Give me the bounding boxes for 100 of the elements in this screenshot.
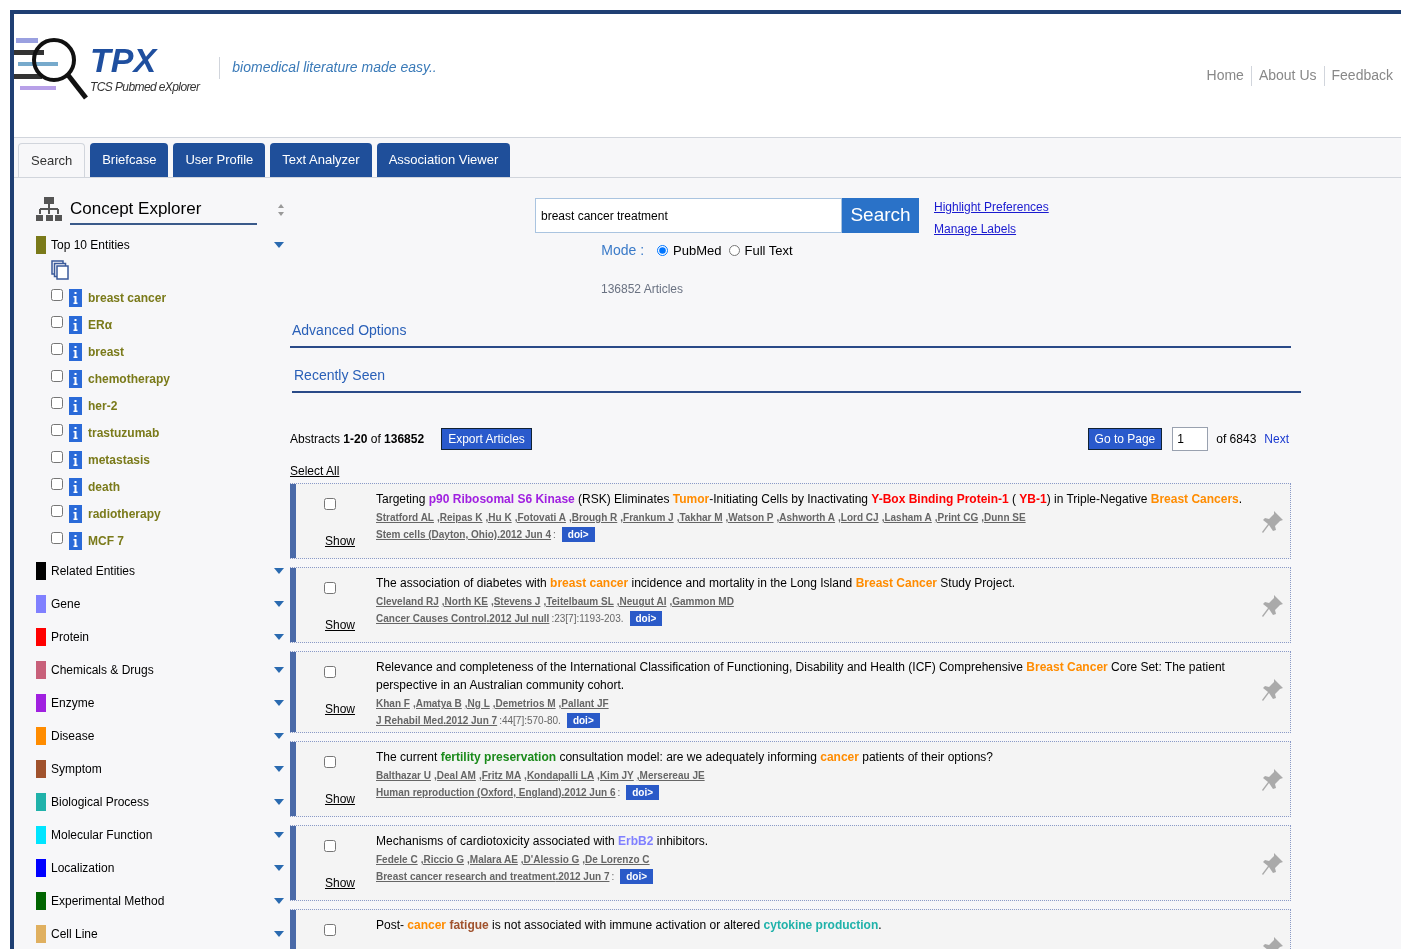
export-button[interactable]: Export Articles <box>441 428 532 450</box>
author-link[interactable]: ,Riccio G <box>420 852 465 867</box>
checkbox[interactable] <box>51 532 63 544</box>
tab[interactable]: Association Viewer <box>376 143 511 177</box>
next-link[interactable]: Next <box>1264 430 1289 448</box>
doi-button[interactable]: doi> <box>626 785 660 800</box>
category-label[interactable]: Biological Process <box>51 793 150 811</box>
entity-link[interactable]: radiotherapy <box>88 505 161 523</box>
dropdown-arrow-icon[interactable] <box>274 832 284 838</box>
author-link[interactable]: Stratford AL <box>376 510 434 525</box>
radio-button[interactable] <box>728 245 740 256</box>
author-link[interactable]: ,Reipas K <box>436 510 483 525</box>
author-link[interactable]: ,Teitelbaum SL <box>543 594 614 609</box>
search-button[interactable]: Search <box>842 198 919 233</box>
tab[interactable]: Text Analyzer <box>270 143 372 177</box>
author-link[interactable]: Khan F <box>376 696 410 711</box>
info-icon[interactable] <box>69 316 82 334</box>
doi-button[interactable]: doi> <box>629 611 663 626</box>
tab[interactable]: Search <box>18 143 86 177</box>
author-link[interactable]: ,Dunn SE <box>981 510 1026 525</box>
info-icon[interactable] <box>69 478 82 496</box>
author-link[interactable]: ,Gammon MD <box>669 594 734 609</box>
nav-link[interactable]: Feedback <box>1331 65 1393 86</box>
doi-button[interactable]: doi> <box>561 527 595 542</box>
author-link[interactable]: ,Ng L <box>464 696 490 711</box>
article-title[interactable]: Relevance and completeness of the International Classification of Functioning, Disability and Health (ICF) Comprehensive Breast Cancer Core Set: The patient perspective in an Australian community cohort. <box>376 658 1250 694</box>
category-label[interactable]: Enzyme <box>51 694 95 712</box>
author-link[interactable]: Fedele C <box>376 852 418 867</box>
nav-link[interactable]: About Us <box>1258 65 1317 86</box>
dropdown-arrow-icon[interactable] <box>274 667 284 673</box>
tab[interactable]: Briefcase <box>90 143 169 177</box>
journal-link[interactable]: Breast cancer research and treatment <box>376 869 556 884</box>
section-header[interactable]: Recently Seen <box>292 365 1301 393</box>
checkbox[interactable] <box>51 370 63 382</box>
article-title[interactable]: Targeting p90 Ribosomal S6 Kinase (RSK) Eliminates Tumor-Initiating Cells by Inactivating Y-Box Binding Protein-1 ( YB-1) in Triple-Negative Breast Cancers. <box>376 490 1250 508</box>
author-link[interactable]: ,Amatya B <box>412 696 462 711</box>
date-link[interactable]: .2012 Jun 7 <box>443 713 498 728</box>
dropdown-arrow-icon[interactable] <box>274 799 284 805</box>
checkbox[interactable] <box>51 478 63 490</box>
author-link[interactable]: ,Pallant JF <box>558 696 609 711</box>
info-icon[interactable] <box>69 370 82 388</box>
author-link[interactable]: ,D'Alessio G <box>520 852 580 867</box>
info-icon[interactable] <box>69 343 82 361</box>
tab[interactable]: User Profile <box>173 143 266 177</box>
checkbox[interactable] <box>51 505 63 517</box>
page-field[interactable]: 1 <box>1172 427 1209 451</box>
author-link[interactable]: ,Brough R <box>568 510 618 525</box>
dropdown-arrow-icon[interactable] <box>274 931 284 937</box>
dropdown-arrow-icon[interactable] <box>274 766 284 772</box>
author-link[interactable]: ,Malara AE <box>467 852 518 867</box>
date-link[interactable]: .2012 Jun 7 <box>555 869 610 884</box>
entity-link[interactable]: breast <box>88 343 125 361</box>
category-label[interactable]: Disease <box>51 727 95 745</box>
category-label[interactable]: Localization <box>51 859 115 877</box>
checkbox[interactable] <box>51 316 63 328</box>
category-label[interactable]: Cell Line <box>51 925 98 943</box>
journal-link[interactable]: Human reproduction (Oxford, England) <box>376 785 562 800</box>
journal-link[interactable]: Cancer Causes Control <box>376 611 487 626</box>
author-link[interactable]: ,Neugut AI <box>616 594 667 609</box>
show-link[interactable]: Show <box>325 790 355 808</box>
category-label[interactable]: Related Entities <box>51 562 136 580</box>
category-label[interactable]: Protein <box>51 628 90 646</box>
dropdown-arrow-icon[interactable] <box>274 865 284 871</box>
checkbox[interactable] <box>51 424 63 436</box>
sort-icon[interactable] <box>277 203 285 218</box>
doi-button[interactable]: doi> <box>620 869 654 884</box>
info-icon[interactable] <box>69 451 82 469</box>
checkbox[interactable] <box>324 582 336 594</box>
entity-link[interactable]: MCF 7 <box>88 532 124 550</box>
go-to-page-button[interactable]: Go to Page <box>1087 428 1163 450</box>
radio-button[interactable] <box>657 245 669 256</box>
journal-link[interactable]: J Rehabil Med <box>376 713 444 728</box>
dropdown-arrow-icon[interactable] <box>274 634 284 640</box>
entity-link[interactable]: death <box>88 478 120 496</box>
info-icon[interactable] <box>69 289 82 307</box>
show-link[interactable]: Show <box>325 700 355 718</box>
author-link[interactable]: ,Mersereau JE <box>636 768 705 783</box>
checkbox[interactable] <box>51 397 63 409</box>
link[interactable]: Manage Labels <box>934 220 1049 238</box>
author-link[interactable]: ,Ashworth A <box>776 510 836 525</box>
article-title[interactable]: The current fertility preservation consultation model: are we adequately informing cancer patients of their options? <box>376 748 1250 766</box>
entity-link[interactable]: ERα <box>88 316 113 334</box>
link[interactable]: Highlight Preferences <box>934 198 1049 216</box>
dropdown-arrow-icon[interactable] <box>274 601 284 607</box>
entity-link[interactable]: trastuzumab <box>88 424 160 442</box>
category-label[interactable]: Chemicals & Drugs <box>51 661 154 679</box>
show-link[interactable]: Show <box>325 616 355 634</box>
checkbox[interactable] <box>324 666 336 678</box>
info-icon[interactable] <box>69 424 82 442</box>
dropdown-arrow-icon[interactable] <box>274 241 284 248</box>
author-link[interactable]: ,Fotovati A <box>514 510 566 525</box>
show-link[interactable]: Show <box>325 874 355 892</box>
journal-link[interactable]: Stem cells (Dayton, Ohio) <box>376 527 498 542</box>
checkbox[interactable] <box>51 451 63 463</box>
copy-icon[interactable] <box>51 259 69 280</box>
dropdown-arrow-icon[interactable] <box>274 568 284 574</box>
info-icon[interactable] <box>69 532 82 550</box>
entity-link[interactable]: her-2 <box>88 397 118 415</box>
info-icon[interactable] <box>69 505 82 523</box>
checkbox[interactable] <box>324 840 336 852</box>
